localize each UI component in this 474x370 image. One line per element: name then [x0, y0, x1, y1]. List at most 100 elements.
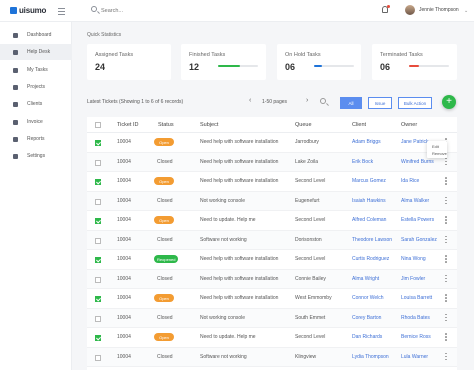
ticket-subject[interactable]: Need to update. Help me: [200, 334, 256, 340]
client-link[interactable]: Theodore Lawson: [352, 237, 392, 243]
client-link[interactable]: Connor Welch: [352, 295, 384, 301]
table-row[interactable]: 10004 Closed Software not working Klingview…: [87, 347, 457, 367]
ticket-id[interactable]: 10004: [117, 217, 131, 223]
search-icon[interactable]: [91, 6, 97, 12]
table-row[interactable]: 10004 Closed Not working console Eugenefurt…: [87, 191, 457, 211]
ticket-subject[interactable]: Need help with software installation: [200, 295, 278, 301]
owner-link[interactable]: Ida Rice: [401, 178, 419, 184]
client-link[interactable]: Dan Richards: [352, 334, 382, 340]
ticket-id[interactable]: 10004: [117, 295, 131, 301]
table-row[interactable]: 10004 Closed Not working console South Emme…: [87, 308, 457, 328]
column-header-queue[interactable]: Queue: [295, 122, 312, 128]
ticket-subject[interactable]: Need help with software installation: [200, 178, 278, 184]
more-options-icon[interactable]: [445, 294, 447, 303]
owner-link[interactable]: Louisa Barrett: [401, 295, 432, 301]
more-options-icon[interactable]: [445, 274, 447, 284]
row-checkbox[interactable]: [95, 237, 101, 244]
owner-link[interactable]: Sarah Gonzalez: [401, 237, 437, 243]
client-link[interactable]: Adam Briggs: [352, 139, 381, 145]
owner-link[interactable]: Jim Fowler: [401, 276, 425, 282]
client-link[interactable]: Lydia Thompson: [352, 354, 389, 360]
menu-toggle-icon[interactable]: [58, 8, 65, 17]
owner-link[interactable]: Bernice Ross: [401, 334, 431, 340]
sidebar-item-help-desk[interactable]: Help Desk: [0, 44, 72, 60]
more-options-icon[interactable]: [445, 157, 447, 167]
more-options-icon[interactable]: [445, 177, 447, 186]
table-row[interactable]: 10004 Open Need help with software install…: [87, 172, 457, 192]
sidebar-item-invoice[interactable]: Invoice: [0, 114, 72, 130]
ticket-subject[interactable]: Need to update. Help me: [200, 217, 256, 223]
sidebar-item-dashboard[interactable]: Dashboard: [0, 27, 72, 43]
table-search-icon[interactable]: [320, 98, 326, 104]
ticket-subject[interactable]: Software not working: [200, 237, 247, 243]
more-options-icon[interactable]: [445, 352, 447, 362]
column-header-ticket-id[interactable]: Ticket ID: [117, 122, 139, 128]
filter-all-button[interactable]: All: [340, 97, 362, 109]
row-checkbox[interactable]: [95, 159, 101, 166]
row-checkbox[interactable]: [95, 315, 101, 322]
user-name[interactable]: Jennie Thompson: [419, 7, 459, 13]
table-row[interactable]: 10004 Open Need help with software install…: [87, 133, 457, 153]
add-ticket-button[interactable]: +: [442, 95, 456, 109]
owner-link[interactable]: Alma Walker: [401, 198, 429, 204]
ticket-id[interactable]: 10004: [117, 198, 131, 204]
more-options-icon[interactable]: [445, 333, 447, 342]
row-checkbox[interactable]: [95, 335, 101, 341]
owner-link[interactable]: Nina Wong: [401, 256, 426, 262]
ticket-subject[interactable]: Not working console: [200, 198, 245, 204]
ticket-subject[interactable]: Software not working: [200, 354, 247, 360]
logo[interactable]: uisumo: [10, 6, 46, 15]
sidebar-item-clients[interactable]: Clients: [0, 96, 72, 112]
ticket-id[interactable]: 10004: [117, 315, 131, 321]
column-header-status[interactable]: Status: [158, 122, 174, 128]
client-link[interactable]: Alma Wright: [352, 276, 379, 282]
more-options-icon[interactable]: [445, 313, 447, 323]
ticket-id[interactable]: 10004: [117, 139, 131, 145]
row-checkbox[interactable]: [95, 198, 101, 205]
client-link[interactable]: Corey Barton: [352, 315, 381, 321]
table-row[interactable]: 10004 Closed Need help with software insta…: [87, 269, 457, 289]
client-link[interactable]: Erik Bock: [352, 159, 373, 165]
more-options-icon[interactable]: [445, 255, 447, 264]
remove-menu-item[interactable]: Remove: [432, 151, 447, 156]
client-link[interactable]: Marcus Gomez: [352, 178, 386, 184]
ticket-id[interactable]: 10004: [117, 178, 131, 184]
pagination-next-button[interactable]: ›: [306, 97, 308, 104]
more-options-icon[interactable]: [445, 235, 447, 245]
ticket-subject[interactable]: Need help with software installation: [200, 139, 278, 145]
chevron-down-icon[interactable]: ⌄: [464, 8, 468, 14]
sidebar-item-projects[interactable]: Projects: [0, 79, 72, 95]
owner-link[interactable]: Estella Powers: [401, 217, 434, 223]
ticket-subject[interactable]: Not working console: [200, 315, 245, 321]
sidebar-item-my-tasks[interactable]: My Tasks: [0, 62, 72, 78]
row-checkbox[interactable]: [95, 218, 101, 224]
ticket-subject[interactable]: Need help with software installation: [200, 276, 278, 282]
sidebar-item-settings[interactable]: Settings: [0, 148, 72, 164]
table-row[interactable]: 10004 Open Need to update. Help me Second L…: [87, 328, 457, 348]
sidebar-item-reports[interactable]: Reports: [0, 131, 72, 147]
row-checkbox[interactable]: [95, 296, 101, 302]
ticket-id[interactable]: 10004: [117, 237, 131, 243]
owner-link[interactable]: Rhoda Bates: [401, 315, 430, 321]
row-checkbox[interactable]: [95, 354, 101, 361]
bulk-action-button[interactable]: Bulk Action: [398, 97, 432, 109]
more-options-icon[interactable]: [445, 216, 447, 225]
row-checkbox[interactable]: [95, 257, 101, 263]
edit-menu-item[interactable]: Edit: [432, 144, 439, 149]
column-header-subject[interactable]: Subject: [200, 122, 218, 128]
ticket-id[interactable]: 10004: [117, 256, 131, 262]
owner-link[interactable]: Jane Patrick: [401, 139, 429, 145]
owner-link[interactable]: Lula Warner: [401, 354, 428, 360]
client-link[interactable]: Isaiah Hawkins: [352, 198, 386, 204]
ticket-id[interactable]: 10004: [117, 354, 131, 360]
table-row[interactable]: 10004 Closed Need help with software insta…: [87, 152, 457, 172]
more-options-icon[interactable]: [445, 196, 447, 206]
owner-link[interactable]: Winifred Burns: [401, 159, 434, 165]
table-row[interactable]: 10004 Open Need help with software install…: [87, 289, 457, 309]
client-link[interactable]: Alfred Coleman: [352, 217, 386, 223]
table-row[interactable]: 10004 Closed Software not working Dorisonst…: [87, 230, 457, 250]
row-checkbox[interactable]: [95, 140, 101, 146]
row-checkbox[interactable]: [95, 276, 101, 283]
filter-issue-button[interactable]: Issue: [368, 97, 392, 109]
column-header-owner[interactable]: Owner: [401, 122, 417, 128]
